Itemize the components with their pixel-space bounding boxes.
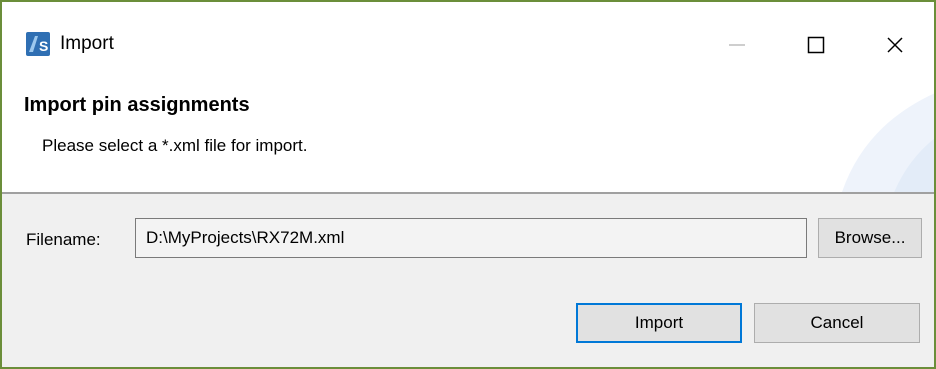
filename-input[interactable] xyxy=(135,218,807,258)
dialog-header: Import pin assignments Please select a *… xyxy=(2,84,934,192)
maximize-button[interactable] xyxy=(785,20,847,70)
app-icon: S xyxy=(26,32,50,56)
maximize-icon xyxy=(807,36,825,54)
svg-text:S: S xyxy=(39,38,48,54)
cancel-button[interactable]: Cancel xyxy=(754,303,920,343)
filename-label: Filename: xyxy=(26,230,101,249)
header-title: Import pin assignments xyxy=(24,94,250,116)
close-button[interactable] xyxy=(864,20,926,70)
import-button[interactable]: Import xyxy=(576,303,742,343)
close-icon xyxy=(887,37,903,53)
import-dialog: S Import Import pin assignments Please s… xyxy=(0,0,936,369)
window-title: Import xyxy=(60,33,114,54)
dialog-content: Filename: Browse... Import Cancel xyxy=(2,194,934,367)
browse-button[interactable]: Browse... xyxy=(818,218,922,258)
minimize-button[interactable] xyxy=(706,20,768,70)
minimize-icon xyxy=(729,44,745,46)
header-description: Please select a *.xml file for import. xyxy=(42,136,308,155)
decorative-swoosh xyxy=(842,93,934,192)
title-bar[interactable]: S Import xyxy=(2,2,934,84)
